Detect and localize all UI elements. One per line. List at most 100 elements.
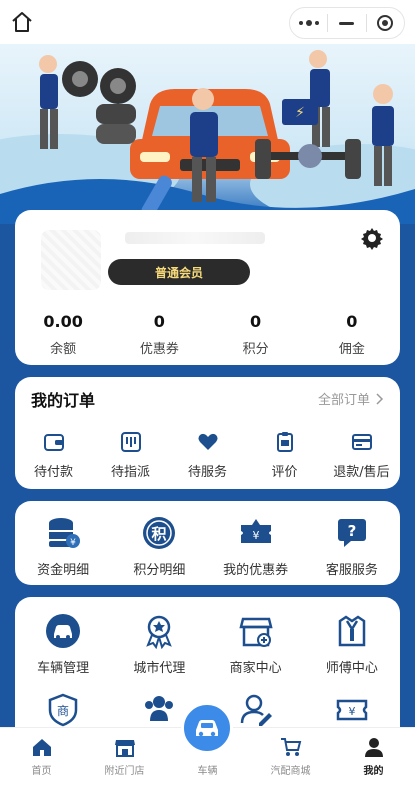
home-icon: [32, 739, 51, 756]
vehicle-fab-button[interactable]: [181, 702, 233, 754]
vehicle-management[interactable]: 车辆管理: [15, 613, 111, 676]
member-badge[interactable]: 普通会员: [108, 259, 250, 285]
mini-program-capsule: [289, 7, 405, 39]
chevron-right-icon: [376, 392, 384, 405]
svg-text:¥: ¥: [70, 538, 76, 548]
my-coupons[interactable]: ¥ 我的优惠券: [208, 515, 304, 578]
stat-value: 0.00: [43, 312, 83, 331]
service-label: 师傅中心: [325, 661, 378, 676]
tab-label: 汽配商城: [270, 766, 311, 777]
merchant-shield-icon: 商: [48, 693, 78, 727]
more-button[interactable]: [290, 8, 327, 38]
stat-commission[interactable]: 0 佣金: [304, 312, 400, 357]
minus-icon: [339, 21, 355, 25]
svg-text:¥: ¥: [348, 705, 355, 718]
banner-illustration: ⚡: [0, 44, 415, 224]
stat-value: 0: [346, 312, 358, 331]
tab-label: 我的: [363, 766, 384, 777]
clipboard-icon: [276, 432, 293, 452]
coins-icon: ¥: [49, 518, 81, 548]
user-icon: [364, 738, 383, 757]
order-label: 待指派: [110, 465, 150, 480]
stat-value: 0: [250, 312, 262, 331]
car-icon: [46, 614, 81, 648]
merchant-shield[interactable]: 商: [15, 693, 111, 727]
team-icon: [145, 696, 174, 721]
svg-text:积: 积: [152, 525, 167, 543]
wallet-icon: [43, 434, 64, 451]
username-blurred: [125, 232, 265, 244]
minimize-button[interactable]: [328, 8, 365, 38]
home-icon[interactable]: [10, 10, 34, 34]
close-button[interactable]: [367, 8, 404, 38]
svg-text:?: ?: [348, 522, 357, 540]
tab-label: 首页: [31, 766, 52, 777]
order-pending-payment[interactable]: 待付款: [15, 431, 92, 480]
store-icon: [114, 740, 135, 757]
shop-icon: [239, 617, 273, 647]
help-icon: ?: [337, 519, 366, 547]
order-label: 待付款: [33, 465, 73, 480]
service-label: 商家中心: [229, 661, 282, 676]
points-details[interactable]: 积 积分明细: [111, 515, 207, 578]
order-pending-service[interactable]: 待服务: [169, 431, 246, 480]
fund-details[interactable]: ¥ 资金明细: [15, 515, 111, 578]
stat-balance[interactable]: 0.00 余额: [15, 312, 111, 357]
stat-label: 佣金: [338, 342, 365, 357]
all-orders-label: 全部订单: [317, 393, 370, 408]
stat-label: 积分: [242, 342, 269, 357]
tab-mine[interactable]: 我的: [332, 728, 415, 789]
avatar[interactable]: [41, 230, 101, 290]
ticket-icon: ¥: [336, 699, 368, 721]
service-label: 车辆管理: [37, 661, 90, 676]
order-pending-assign[interactable]: 待指派: [92, 431, 169, 480]
settings-gear-icon[interactable]: [360, 226, 384, 250]
finance-label: 积分明细: [133, 563, 186, 578]
mechanic-center[interactable]: 师傅中心: [304, 613, 400, 676]
tab-label: 附近门店: [104, 766, 145, 777]
tab-nearby-stores[interactable]: 附近门店: [83, 728, 166, 789]
stat-value: 0: [153, 312, 165, 331]
stat-points[interactable]: 0 积分: [208, 312, 304, 357]
stat-label: 优惠券: [139, 342, 179, 357]
coupon-icon: ¥: [240, 519, 271, 543]
customer-service[interactable]: ? 客服服务: [304, 515, 400, 578]
tab-label: 车辆: [197, 766, 218, 777]
service-label: 城市代理: [133, 661, 186, 676]
order-label: 退款/售后: [333, 465, 390, 480]
heart-icon: [198, 433, 217, 450]
ticket[interactable]: ¥: [304, 693, 400, 727]
merchant-center[interactable]: 商家中心: [208, 613, 304, 676]
all-orders-link[interactable]: 全部订单: [318, 389, 384, 408]
stat-label: 余额: [50, 342, 77, 357]
finance-label: 资金明细: [37, 563, 90, 578]
svg-text:¥: ¥: [252, 529, 259, 542]
profile-card: 普通会员 0.00 余额 0 优惠券 0 积分 0 佣金: [15, 210, 400, 365]
city-agent[interactable]: 城市代理: [111, 613, 207, 676]
points-icon: 积: [143, 517, 176, 549]
finance-card: ¥ 资金明细 积 积分明细 ¥ 我的优惠券 ? 客服服务: [15, 501, 400, 585]
orders-title: 我的订单: [31, 391, 96, 410]
stats-row: 0.00 余额 0 优惠券 0 积分 0 佣金: [15, 312, 400, 357]
assign-icon: [120, 432, 141, 452]
tab-home[interactable]: 首页: [0, 728, 83, 789]
finance-label: 我的优惠券: [223, 563, 289, 578]
svg-text:⚡: ⚡: [295, 105, 305, 121]
close-ring-icon: [377, 15, 394, 31]
top-bar: [0, 0, 415, 44]
finance-label: 客服服务: [325, 563, 378, 578]
car-icon: [196, 720, 218, 737]
order-refund[interactable]: 退款/售后: [323, 431, 400, 480]
order-review[interactable]: 评价: [246, 431, 323, 480]
mechanic-icon: [338, 615, 366, 647]
cart-icon: [280, 738, 301, 756]
orders-card: 我的订单 全部订单 待付款 待指派 待服务 评价 退款/售后: [15, 377, 400, 489]
card-icon: [351, 434, 372, 450]
order-label: 待服务: [187, 465, 227, 480]
user-edit-icon: [240, 694, 272, 726]
order-label: 评价: [271, 465, 298, 480]
tab-parts-mall[interactable]: 汽配商城: [249, 728, 332, 789]
more-icon: [298, 20, 319, 26]
award-icon: [146, 615, 173, 649]
stat-coupons[interactable]: 0 优惠券: [111, 312, 207, 357]
